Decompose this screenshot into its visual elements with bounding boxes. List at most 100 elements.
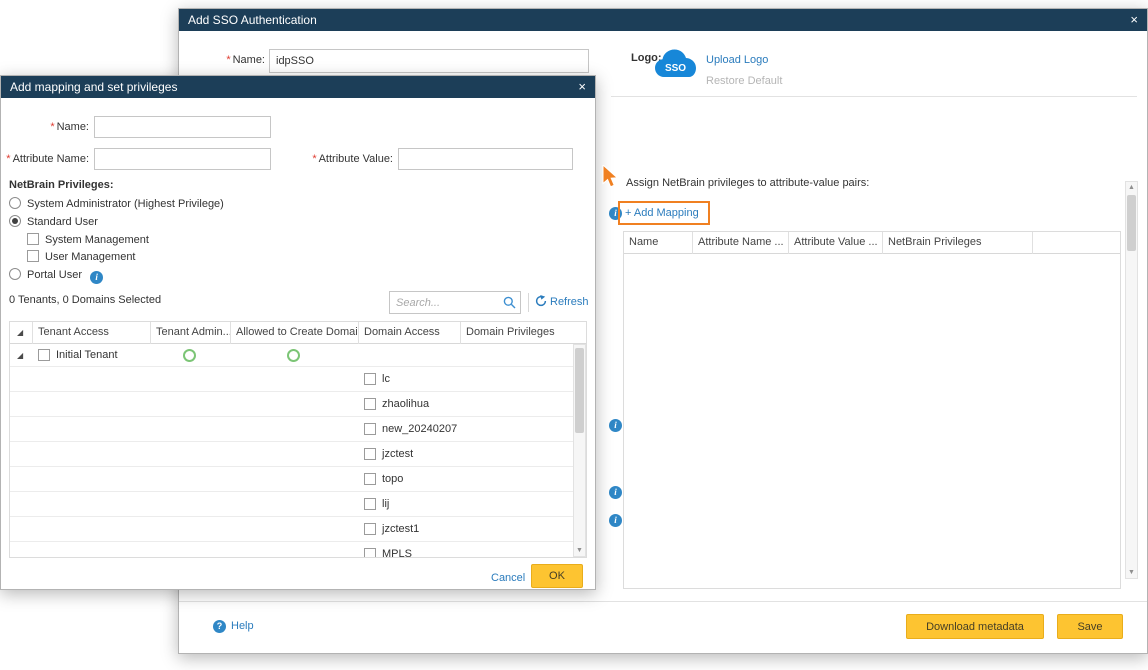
attribute-name-label: *Attribute Name: [1,148,89,170]
domain-checkbox[interactable] [364,373,376,385]
checkbox-system-management[interactable]: System Management [27,233,149,246]
restore-default-link[interactable]: Restore Default [706,75,782,87]
checkbox-icon[interactable] [27,250,39,262]
expand-row-icon[interactable]: ◢ [17,351,23,360]
domain-row: zhaolihua [10,392,586,417]
domain-row: topo [10,467,586,492]
sso-panel-scrollbar[interactable]: ▲ ▼ [1125,181,1138,579]
domain-checkbox[interactable] [364,498,376,510]
attribute-value-label-text: Attribute Value: [319,153,393,165]
sso-mapping-table: Name Attribute Name ... Attribute Value … [623,231,1121,589]
search-refresh-divider [528,293,529,312]
sso-mapping-table-header: Name Attribute Name ... Attribute Value … [624,232,1120,254]
sso-logo-text: SSO [665,63,686,74]
mapping-name-input[interactable] [94,116,271,138]
tenant-checkbox[interactable] [38,349,50,361]
radio-label: Portal User [27,269,82,281]
assign-privileges-text: Assign NetBrain privileges to attribute-… [626,172,869,194]
radio-portal-user[interactable]: Portal User i [9,268,103,284]
tenant-admin-toggle[interactable] [183,349,196,362]
upload-logo-link[interactable]: Upload Logo [706,54,768,66]
ok-button[interactable]: OK [531,564,583,588]
scroll-up-icon[interactable]: ▲ [1126,184,1137,191]
close-icon[interactable]: × [1130,9,1138,31]
sso-name-input[interactable] [269,49,589,73]
cursor-arrow-annotation [602,165,620,190]
domain-checkbox[interactable] [364,448,376,460]
col-attribute-name: Attribute Name ... [692,232,788,254]
refresh-button[interactable]: Refresh [535,295,589,308]
col-empty [1032,232,1121,254]
allowed-create-domain-toggle[interactable] [287,349,300,362]
search-input[interactable] [390,292,500,313]
search-icon[interactable] [503,296,516,309]
required-asterisk: * [312,153,316,165]
attribute-name-input[interactable] [94,148,271,170]
domain-name: zhaolihua [382,392,429,417]
refresh-label: Refresh [550,296,589,308]
domain-name: lc [382,367,390,392]
domain-checkbox[interactable] [364,423,376,435]
radio-icon[interactable] [9,197,21,209]
domain-row: MPLS [10,542,586,558]
tenant-table-scrollbar[interactable]: ▼ [573,344,586,557]
checkbox-label: User Management [45,251,136,263]
checkbox-icon[interactable] [27,233,39,245]
add-mapping-link[interactable]: + Add Mapping [625,205,699,221]
domain-name: jzctest1 [382,517,419,542]
mapping-dialog-titlebar: Add mapping and set privileges × [1,76,595,98]
add-mapping-highlight-annotation: + Add Mapping [618,201,710,225]
domain-checkbox[interactable] [364,473,376,485]
domain-row: lc [10,367,586,392]
scrollbar-thumb[interactable] [575,348,584,433]
sso-name-label: *Name: [191,49,265,71]
privileges-heading: NetBrain Privileges: [9,174,114,196]
domain-checkbox[interactable] [364,548,376,558]
required-asterisk: * [6,153,10,165]
info-icon[interactable]: i [609,419,622,432]
radio-label: System Administrator (Highest Privilege) [27,198,224,210]
help-link[interactable]: Help [231,620,254,633]
info-icon[interactable]: i [90,271,103,284]
domain-checkbox[interactable] [364,523,376,535]
domain-row: lij [10,492,586,517]
col-tenant-access: Tenant Access [32,322,150,344]
help-icon[interactable]: ? [213,620,226,633]
domain-name: topo [382,467,403,492]
info-icon[interactable]: i [609,486,622,499]
tenant-table-header: ◢ Tenant Access Tenant Admin... Allowed … [10,322,586,344]
sso-dialog-titlebar: Add SSO Authentication × [179,9,1147,31]
domain-checkbox[interactable] [364,398,376,410]
radio-standard-user[interactable]: Standard User [9,215,98,228]
attribute-value-input[interactable] [398,148,573,170]
mapping-name-label-text: Name: [57,121,89,133]
mapping-dialog-title: Add mapping and set privileges [10,76,177,98]
scroll-down-icon[interactable]: ▼ [1126,569,1137,576]
domain-name: lij [382,492,389,517]
info-icon[interactable]: i [609,514,622,527]
scroll-down-icon[interactable]: ▼ [574,547,585,554]
col-netbrain-privileges: NetBrain Privileges [882,232,1032,254]
col-tenant-admin: Tenant Admin... [150,322,230,344]
tenant-table: ◢ Tenant Access Tenant Admin... Allowed … [9,321,587,558]
expand-all-icon[interactable]: ◢ [17,328,23,337]
domain-row: jzctest1 [10,517,586,542]
selection-summary: 0 Tenants, 0 Domains Selected [9,289,161,311]
scrollbar-thumb[interactable] [1127,195,1136,251]
col-domain-access: Domain Access [358,322,460,344]
cancel-button[interactable]: Cancel [491,571,525,585]
save-button[interactable]: Save [1057,614,1123,639]
tenant-row: ◢ Initial Tenant [10,344,586,367]
checkbox-user-management[interactable]: User Management [27,250,136,263]
col-allowed-create-domain: Allowed to Create Domain ... [230,322,358,344]
domain-name: jzctest [382,442,413,467]
radio-selected-icon[interactable] [9,215,21,227]
download-metadata-button[interactable]: Download metadata [906,614,1044,639]
domain-name: new_20240207 [382,417,457,442]
logo-section-divider [611,96,1137,97]
radio-system-administrator[interactable]: System Administrator (Highest Privilege) [9,197,224,210]
checkbox-label: System Management [45,234,149,246]
close-icon[interactable]: × [578,76,586,98]
col-domain-privileges: Domain Privileges [460,322,587,344]
radio-icon[interactable] [9,268,21,280]
